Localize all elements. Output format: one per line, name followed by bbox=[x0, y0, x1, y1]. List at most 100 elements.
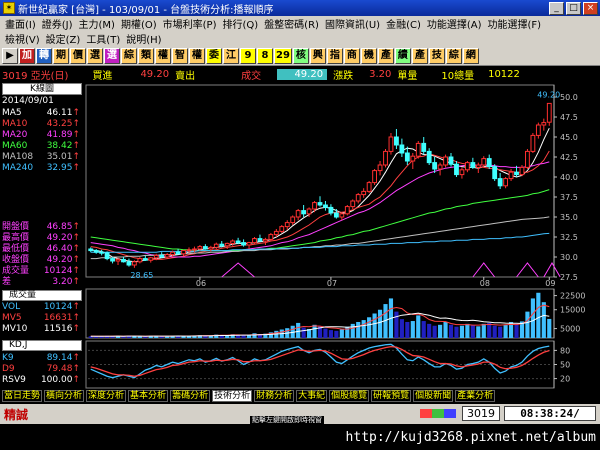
close-button[interactable]: × bbox=[583, 1, 598, 15]
menu-item-a1[interactable]: 證券(J) bbox=[39, 16, 76, 31]
toolbar-button-0[interactable]: ▶ bbox=[2, 48, 18, 64]
app-icon[interactable]: ✶ bbox=[3, 2, 15, 14]
tab-1[interactable]: 橫向分析 bbox=[44, 390, 85, 402]
toolbar-button-23[interactable]: 績 bbox=[394, 48, 411, 64]
toolbar-button-6[interactable]: 選 bbox=[104, 48, 120, 64]
menu-item-a2[interactable]: 主力(M) bbox=[76, 16, 118, 31]
toolbar-button-8[interactable]: 類 bbox=[138, 48, 154, 64]
candle bbox=[421, 137, 427, 155]
quick-toolbar: ▶ 加轉期價選選綜類權智權委江 9 8 29 核興指商機產績產技綜網 bbox=[0, 47, 600, 66]
menu-item-b0[interactable]: 檢視(V) bbox=[2, 31, 43, 46]
menu-item-a6[interactable]: 盤整密碼(R) bbox=[261, 16, 322, 31]
tab-0[interactable]: 當日走勢 bbox=[2, 390, 43, 402]
volume-bar bbox=[514, 323, 519, 338]
toolbar-button-26[interactable]: 綜 bbox=[445, 48, 462, 64]
menu-item-a4[interactable]: 市場利率(P) bbox=[160, 16, 220, 31]
total-volume-prefix: 10 bbox=[441, 70, 455, 82]
candle-body bbox=[164, 254, 170, 258]
up-arrow-icon: ↑ bbox=[72, 324, 80, 334]
legend-value: 11516↑ bbox=[43, 324, 80, 334]
toolbar-button-1[interactable]: 加 bbox=[19, 48, 35, 64]
toolbar-button-9[interactable]: 權 bbox=[155, 48, 171, 64]
menu-item-a7[interactable]: 國際資訊(U) bbox=[322, 16, 383, 31]
candle bbox=[525, 149, 530, 169]
toolbar-button-20[interactable]: 商 bbox=[343, 48, 360, 64]
legend-value: 46.11↑ bbox=[46, 108, 80, 118]
tab-4[interactable]: 籌碼分析 bbox=[170, 390, 211, 402]
toolbar-button-19[interactable]: 指 bbox=[326, 48, 343, 64]
tab-7[interactable]: 大事紀 bbox=[296, 390, 328, 402]
candle bbox=[137, 257, 143, 264]
kline-chart-selector[interactable]: K線圖 bbox=[2, 83, 82, 95]
toolbar-button-15[interactable]: 8 bbox=[257, 48, 273, 64]
menu-item-a5[interactable]: 排行(Q) bbox=[220, 16, 262, 31]
volume-bar bbox=[192, 335, 197, 338]
toolbar-button-4[interactable]: 價 bbox=[70, 48, 86, 64]
maximize-button[interactable]: □ bbox=[566, 1, 581, 15]
candle-body bbox=[202, 246, 208, 250]
tab-8[interactable]: 個股總覽 bbox=[329, 390, 370, 402]
toolbar-button-13[interactable]: 江 bbox=[223, 48, 239, 64]
tab-5[interactable]: 技術分析 bbox=[212, 390, 253, 402]
menu-item-a0[interactable]: 畫面(I) bbox=[2, 16, 39, 31]
legend-value: 46.40↑ bbox=[46, 244, 80, 254]
legend-row-ohlcList-3: 收盤價 49.20↑ bbox=[2, 255, 82, 266]
tab-2[interactable]: 深度分析 bbox=[86, 390, 127, 402]
toolbar-button-7[interactable]: 綜 bbox=[121, 48, 137, 64]
volume-bar bbox=[405, 321, 410, 338]
toolbar-button-5[interactable]: 選 bbox=[87, 48, 103, 64]
stock-code-field[interactable]: 3019 bbox=[462, 406, 500, 421]
toolbar-button-14[interactable]: 9 bbox=[240, 48, 256, 64]
legend-label: 開盤價 bbox=[2, 222, 30, 232]
legend-label: MA60 bbox=[2, 141, 28, 151]
toolbar-button-16[interactable]: 29 bbox=[274, 48, 292, 64]
tab-11[interactable]: 產業分析 bbox=[455, 390, 496, 402]
menu-item-a3[interactable]: 期權(O) bbox=[118, 16, 160, 31]
tab-6[interactable]: 財務分析 bbox=[254, 390, 295, 402]
status-hint: 點擊左鍵開啟即時視窗 bbox=[250, 416, 324, 424]
toolbar-button-21[interactable]: 機 bbox=[360, 48, 377, 64]
legend-value: 49.20↑ bbox=[46, 255, 80, 265]
candle bbox=[148, 257, 154, 263]
legend-label: 成交量 bbox=[2, 266, 30, 276]
toolbar-button-17[interactable]: 核 bbox=[292, 48, 309, 64]
menu-item-b3[interactable]: 說明(H) bbox=[123, 31, 164, 46]
toolbar-button-2[interactable]: 轉 bbox=[36, 48, 52, 64]
ma-line-ma20 bbox=[90, 161, 550, 258]
volume-panel-title[interactable]: 成交量 bbox=[2, 290, 82, 301]
tab-10[interactable]: 個股新聞 bbox=[413, 390, 454, 402]
toolbar-button-10[interactable]: 智 bbox=[172, 48, 188, 64]
candle bbox=[153, 253, 159, 261]
menu-item-b2[interactable]: 工具(T) bbox=[83, 31, 123, 46]
candle bbox=[475, 162, 481, 173]
toolbar-button-11[interactable]: 權 bbox=[189, 48, 205, 64]
up-arrow-icon: ↑ bbox=[72, 233, 80, 243]
minimize-button[interactable]: _ bbox=[549, 1, 564, 15]
volume-bar bbox=[230, 334, 235, 338]
tab-3[interactable]: 基本分析 bbox=[128, 390, 169, 402]
stock-name[interactable]: 3019 亞光(日) bbox=[2, 67, 68, 82]
toolbar-button-18[interactable]: 興 bbox=[309, 48, 326, 64]
toolbar-button-25[interactable]: 技 bbox=[428, 48, 445, 64]
menu-item-a8[interactable]: 金融(C) bbox=[383, 16, 424, 31]
toolbar-button-22[interactable]: 產 bbox=[377, 48, 394, 64]
toolbar-button-3[interactable]: 期 bbox=[53, 48, 69, 64]
kd-panel-title[interactable]: KD,J bbox=[2, 340, 82, 351]
volume-bar bbox=[372, 313, 377, 338]
candle-body bbox=[546, 102, 552, 123]
toolbar-button-12[interactable]: 委 bbox=[206, 48, 222, 64]
legend-row-maList-4: MA108 35.01↑ bbox=[2, 152, 82, 163]
candle bbox=[121, 257, 126, 263]
volume-bar bbox=[487, 322, 492, 338]
menu-item-a10[interactable]: 功能選擇(F) bbox=[485, 16, 545, 31]
candle-body bbox=[508, 171, 514, 180]
menu-item-b1[interactable]: 設定(Z) bbox=[43, 31, 84, 46]
tab-9[interactable]: 研報預覽 bbox=[371, 390, 412, 402]
menu-item-a9[interactable]: 功能選擇(A) bbox=[424, 16, 485, 31]
candle-body bbox=[181, 250, 186, 255]
candle bbox=[361, 188, 367, 198]
toolbar-button-27[interactable]: 網 bbox=[462, 48, 479, 64]
candle bbox=[110, 257, 115, 264]
candle bbox=[246, 241, 252, 249]
toolbar-button-24[interactable]: 產 bbox=[411, 48, 428, 64]
